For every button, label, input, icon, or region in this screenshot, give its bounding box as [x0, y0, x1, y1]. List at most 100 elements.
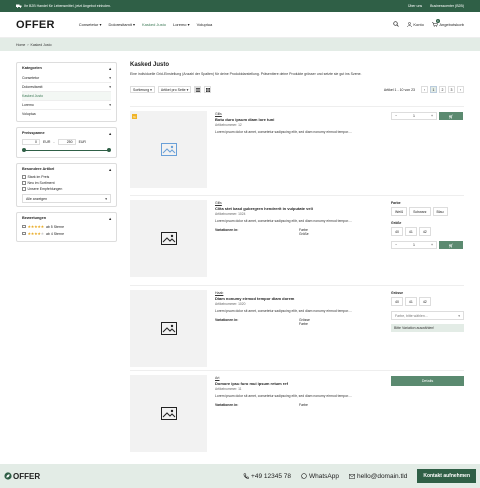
filter-checkbox[interactable]: Stark im Preis [22, 175, 111, 179]
next-page-button[interactable]: › [457, 86, 464, 93]
topbar-lang-link[interactable]: Über uns [408, 4, 422, 8]
color-option[interactable]: Weiß [391, 207, 408, 216]
size-option[interactable]: 42 [418, 227, 431, 236]
nav-item-consetetur[interactable]: Consetetur ▾ [79, 22, 102, 27]
category-item[interactable]: Consetetur ▾ [22, 74, 111, 83]
footer-phone[interactable]: +49 12345 78 [243, 473, 291, 480]
size-option[interactable]: 40 [391, 297, 403, 306]
search-icon[interactable] [393, 21, 399, 28]
size-option[interactable]: 41 [404, 227, 417, 236]
show-all-dropdown[interactable]: Alle anzeigen ▾ [22, 194, 111, 203]
top-bar: Ihr B2B Handel für Lebensmittel, jetzt A… [0, 0, 480, 12]
footer-whatsapp[interactable]: WhatsApp [301, 473, 339, 480]
chevron-up-icon: ▴ [109, 67, 111, 71]
product-title[interactable]: Diam nonumy eirmod tempor diam dorem [215, 296, 385, 301]
footer-logo[interactable]: OFFER [4, 472, 40, 481]
per-page-dropdown[interactable]: Artikel pro Seite ▾ [157, 86, 192, 93]
cart-count-badge: 0 [435, 19, 440, 23]
price-slider[interactable] [22, 148, 111, 152]
product-image[interactable] [130, 290, 207, 367]
slider-handle-min[interactable] [22, 148, 26, 152]
topbar-portal-link[interactable]: Businesscenter (B2B) [430, 4, 464, 8]
nav-item-loremo[interactable]: Loremo ▾ [173, 22, 190, 27]
nav-item-doloresitamit[interactable]: Doloresitamit ▾ [108, 22, 134, 27]
nav-item-voluptua[interactable]: Voluptua [197, 22, 213, 27]
add-to-cart-button[interactable]: 🛒︎ [439, 112, 463, 120]
product-brand[interactable]: Haab [215, 291, 385, 295]
nav-item-kasked-justo[interactable]: Kasked Justo [142, 22, 166, 27]
product-title[interactable]: Domore ipsu furo mui ipsum retum ref [215, 381, 385, 386]
option-label: Größe [391, 221, 402, 225]
discount-badge: % [132, 114, 137, 119]
product-image[interactable] [130, 375, 207, 452]
plus-icon[interactable]: + [431, 114, 433, 118]
ratings-box: Bewertungen ▴ ★★★★★ ab 5 Sterne ★★★★★ ab 4 … [16, 212, 117, 242]
main-nav: Consetetur ▾ Doloresitamit ▾ Kasked Just… [79, 22, 212, 27]
color-option[interactable]: Blau [432, 207, 448, 216]
quantity-stepper[interactable]: − 1 + [391, 112, 437, 120]
product-brand[interactable]: Art [215, 376, 385, 380]
add-to-cart-button[interactable]: 🛒︎ [439, 241, 463, 249]
account-link[interactable]: Konto [407, 22, 424, 27]
rating-filter-4[interactable]: ★★★★★ ab 4 Sterne [22, 231, 111, 236]
contact-button[interactable]: Kontakt aufnehmen [417, 469, 476, 483]
product-brand[interactable]: Gills [215, 201, 385, 205]
rating-filter-5[interactable]: ★★★★★ ab 5 Sterne [22, 224, 111, 229]
product-artnr: Artikelnummer: 1024 [215, 212, 246, 216]
footer-email[interactable]: hello@domain.tld [349, 473, 407, 480]
color-select[interactable]: Farbe, bitte wählen... ▾ [391, 311, 464, 320]
size-option[interactable]: 42 [418, 297, 431, 306]
product-listing: Kasked Justo Eine individuelle Grid-Eins… [130, 62, 464, 452]
sort-dropdown[interactable]: Sortierung ▾ [130, 86, 155, 93]
product-image[interactable] [130, 200, 207, 277]
category-item[interactable]: Loremo ▾ [22, 101, 111, 110]
special-header[interactable]: Besondere Artikel ▴ [22, 167, 111, 172]
chevron-up-icon: ▴ [109, 168, 111, 172]
option-label: Farbe [391, 201, 401, 205]
page-button[interactable]: 2 [439, 86, 446, 93]
listing-toolbar: Sortierung ▾ Artikel pro Seite ▾ Artikel… [130, 86, 464, 93]
chevron-up-icon: ▴ [109, 132, 111, 136]
filter-checkbox[interactable]: Unsere Empfehlungen [22, 187, 111, 191]
quantity-stepper[interactable]: − 1 + [391, 241, 437, 249]
category-item[interactable]: Doloresitamit ▾ [22, 83, 111, 92]
category-item[interactable]: Kasked Justo [22, 92, 111, 101]
product-card: Haab Diam nonumy eirmod tempor diam dore… [130, 285, 464, 370]
chevron-down-icon: ▾ [109, 85, 111, 89]
cart-link[interactable]: 0 Angebotskorb [431, 19, 464, 27]
whatsapp-icon [301, 473, 307, 479]
breadcrumb-home[interactable]: Home [16, 43, 25, 47]
sticky-footer: OFFER +49 12345 78 WhatsApp hello@domain… [0, 464, 480, 488]
slider-handle-max[interactable] [107, 148, 111, 152]
grid-view-icon[interactable] [204, 86, 212, 93]
product-desc: Lorem ipsum dolor sit amet, consetetur s… [215, 219, 352, 223]
size-option[interactable]: 40 [391, 227, 403, 236]
price-header[interactable]: Preisspanne ▴ [22, 131, 111, 136]
product-title[interactable]: Botu duro ipsum diam lore tuni [215, 117, 385, 122]
price-min-input[interactable]: 0 [22, 139, 40, 145]
product-brand[interactable]: Gills [215, 112, 385, 116]
size-option[interactable]: 41 [404, 297, 417, 306]
page-button[interactable]: 1 [430, 86, 437, 93]
variants-info: Variationen in: Grösse Farbe [215, 318, 310, 326]
image-placeholder-icon [160, 322, 177, 335]
page-button[interactable]: 3 [448, 86, 455, 93]
product-image[interactable]: % [130, 111, 207, 188]
prev-page-button[interactable]: ‹ [421, 86, 428, 93]
price-max-input[interactable]: 250 [57, 139, 76, 145]
color-option[interactable]: Schwarz [409, 207, 431, 216]
list-view-icon[interactable] [194, 86, 202, 93]
plus-icon[interactable]: + [431, 243, 433, 247]
details-button[interactable]: Details [391, 376, 464, 386]
filter-checkbox[interactable]: Neu im Sortiment [22, 181, 111, 185]
product-title[interactable]: Clita stet kasd gubergren hendrerit in v… [215, 206, 385, 211]
option-label: Grösse [391, 291, 404, 295]
category-item[interactable]: Voluptua [22, 110, 111, 118]
categories-header[interactable]: Kategorien ▴ [22, 66, 111, 71]
ratings-header[interactable]: Bewertungen ▴ [22, 216, 111, 221]
minus-icon[interactable]: − [395, 243, 397, 247]
special-box: Besondere Artikel ▴ Stark im Preis Neu im… [16, 163, 117, 207]
image-placeholder-icon [160, 143, 177, 156]
minus-icon[interactable]: − [395, 114, 397, 118]
logo[interactable]: OFFER [16, 19, 55, 31]
